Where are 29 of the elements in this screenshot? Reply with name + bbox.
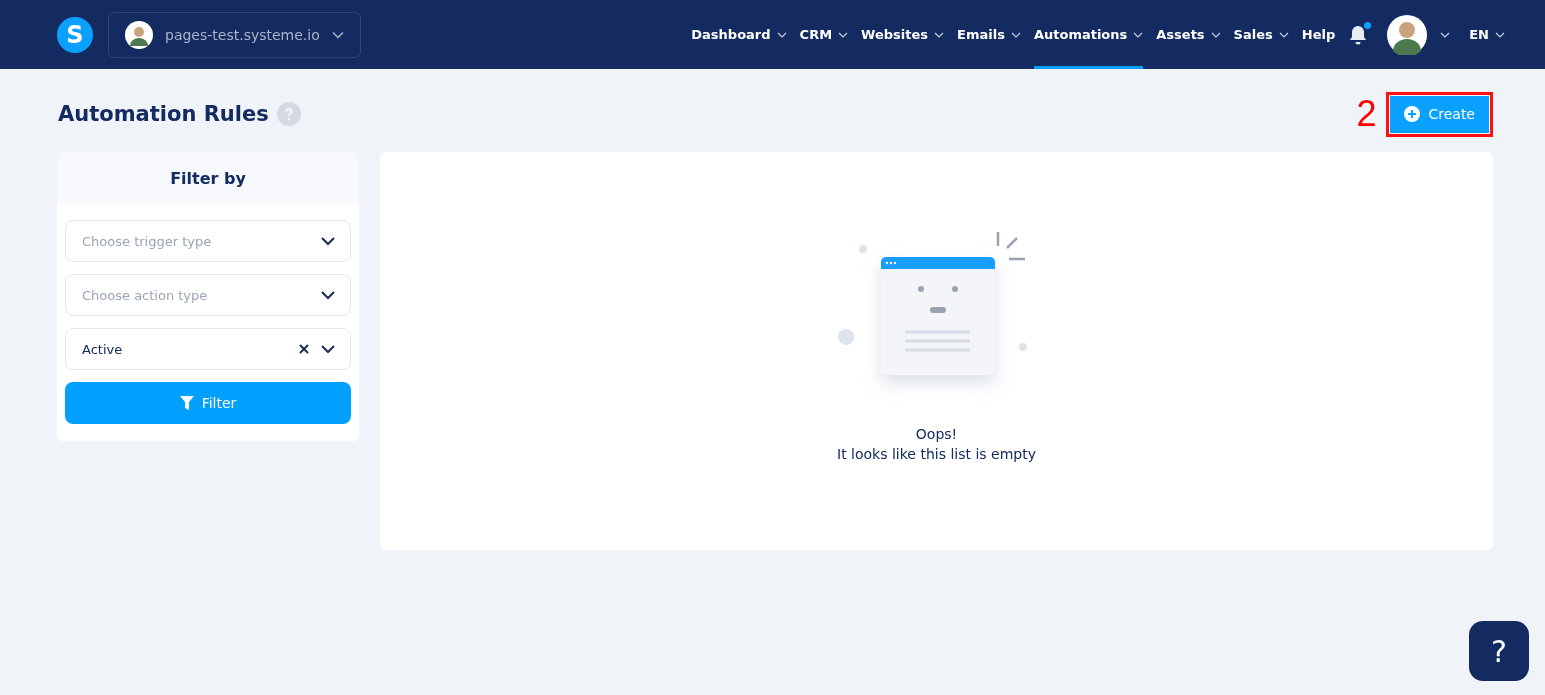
chevron-down-icon [320, 290, 336, 300]
avatar-icon [125, 20, 153, 49]
site-selector[interactable]: pages-test.systeme.io [108, 11, 361, 58]
nav-menu-item[interactable]: Emails [957, 0, 1021, 69]
chevron-down-icon [331, 30, 344, 39]
select-field[interactable]: Active [65, 328, 351, 370]
clear-icon[interactable] [298, 343, 310, 355]
plus-circle-icon [1404, 106, 1421, 122]
funnel-icon [179, 396, 194, 410]
language-selector[interactable]: EN [1469, 0, 1505, 69]
chevron-down-icon [320, 344, 336, 354]
bell-icon[interactable] [1348, 23, 1369, 46]
nav-menu-item[interactable]: Dashboard [691, 0, 787, 69]
avatar-icon[interactable] [1387, 14, 1428, 55]
nav-menu-item[interactable]: CRM [799, 0, 849, 69]
empty-state-title: Oops! [915, 426, 958, 442]
help-chat-button[interactable]: ? [1469, 621, 1529, 681]
panel-title: Filter by [170, 168, 246, 188]
page-title: Automation Rules [58, 102, 269, 126]
nav-menu-item[interactable]: Automations [1033, 0, 1144, 69]
empty-state-message: It looks like this list is empty [837, 446, 1036, 462]
chevron-down-icon [320, 236, 336, 246]
nav-menu-item[interactable]: Websites [861, 0, 945, 69]
nav-menu-item[interactable]: Help [1301, 0, 1336, 69]
nav-menu-item[interactable]: Sales [1233, 0, 1289, 69]
chevron-down-icon[interactable] [1440, 31, 1451, 38]
annotation-number: 2 [1356, 93, 1377, 135]
nav-menu-item[interactable]: Assets [1156, 0, 1221, 69]
chevron-down-icon [1495, 31, 1505, 38]
